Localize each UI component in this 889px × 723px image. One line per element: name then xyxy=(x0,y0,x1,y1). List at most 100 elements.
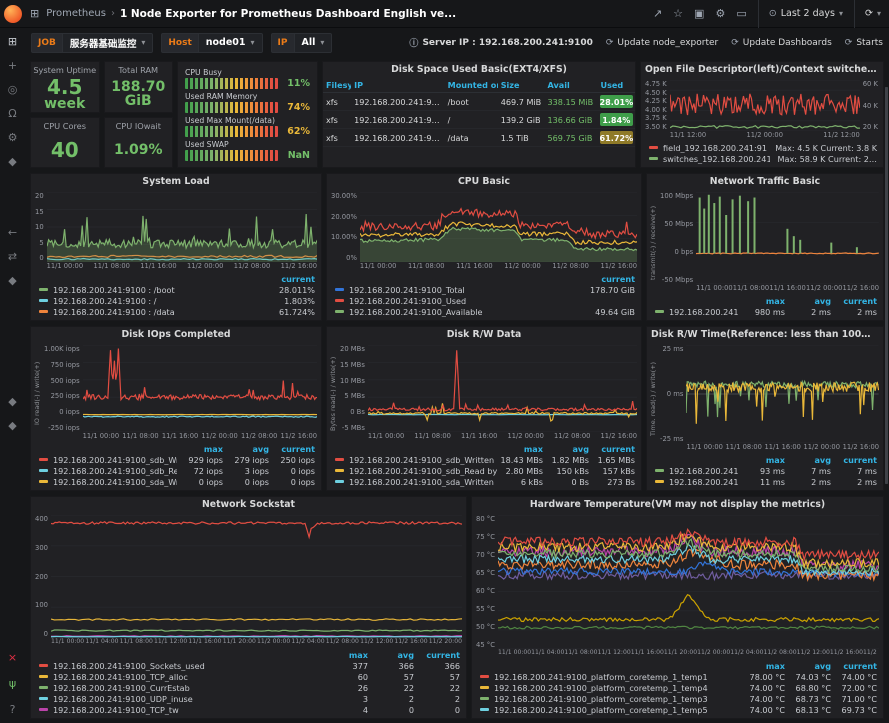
legend-series-name[interactable]: 192.168.200.241:9100_CurrEstab xyxy=(39,683,322,693)
chart-canvas[interactable] xyxy=(83,345,317,432)
server-admin-icon[interactable]: ◆ xyxy=(5,396,21,407)
legend-series-name[interactable]: 192.168.200.241:9100_TCP_alloc xyxy=(39,672,322,682)
plugins-icon[interactable]: ◆ xyxy=(5,156,21,167)
legend-series-name[interactable]: 192.168.200.241:9100_sdb_Read time xyxy=(655,466,739,476)
time-range-picker[interactable]: ⊙ Last 2 days ▾ xyxy=(758,0,843,28)
gauge-bar[interactable] xyxy=(185,78,278,89)
series-color-icon[interactable] xyxy=(39,675,48,678)
alerting-icon[interactable]: Ω xyxy=(5,108,21,119)
series-color-icon[interactable] xyxy=(649,157,658,160)
legend-series-name[interactable]: 192.168.200.241:9100_Used xyxy=(335,296,579,306)
legend-sort-max[interactable]: max xyxy=(177,444,223,454)
series-color-icon[interactable] xyxy=(480,708,489,711)
collapse-icon[interactable]: ← xyxy=(5,227,21,238)
column-header[interactable]: Filesystem xyxy=(323,78,351,93)
legend-series-name[interactable]: 192.168.200.241:9100_Available xyxy=(335,307,579,317)
legend-series-name[interactable]: 192.168.200.241:9100_TCP_tw xyxy=(39,705,322,715)
legend-sort-current[interactable]: current xyxy=(831,455,877,465)
panel-title[interactable]: CPU IOwait xyxy=(116,121,161,133)
panel-title[interactable]: Network Sockstat xyxy=(31,497,466,513)
series-color-icon[interactable] xyxy=(335,310,344,313)
panel-title[interactable]: Hardware Temperature(VM may not display … xyxy=(472,497,883,513)
series-color-icon[interactable] xyxy=(335,458,344,461)
legend-series-name[interactable]: 192.168.200.241:9100 : /data xyxy=(39,307,259,317)
chart-canvas[interactable] xyxy=(47,192,317,262)
gauge-bar[interactable] xyxy=(185,126,278,137)
save-icon[interactable]: ▣ xyxy=(694,7,704,20)
security-icon[interactable]: ◆ xyxy=(5,275,21,286)
starts-link[interactable]: ⟳Starts xyxy=(845,38,883,48)
legend-series-name[interactable]: 192.168.200.241:9100 : / xyxy=(39,296,259,306)
legend-series-name[interactable]: 192.168.200.241:9100_platform_coretemp_1… xyxy=(480,694,739,704)
update-dashboards-link[interactable]: ⟳Update Dashboards xyxy=(731,38,832,48)
configuration-icon[interactable]: ⚙ xyxy=(5,132,21,143)
legend-sort-current[interactable]: current xyxy=(831,661,877,671)
explore-icon[interactable]: ◎ xyxy=(5,84,21,95)
series-color-icon[interactable] xyxy=(39,664,48,667)
series-color-icon[interactable] xyxy=(39,310,48,313)
dashboards-icon[interactable]: ⊞ xyxy=(5,36,21,47)
series-color-icon[interactable] xyxy=(649,146,658,149)
series-color-icon[interactable] xyxy=(39,686,48,689)
update-node-exporter-link[interactable]: ⟳Update node_exporter xyxy=(606,38,718,48)
series-color-icon[interactable] xyxy=(39,469,48,472)
series-color-icon[interactable] xyxy=(39,458,48,461)
series-color-icon[interactable] xyxy=(39,708,48,711)
legend-series-name[interactable]: 192.168.200.241:9100_sdb_Reads completed xyxy=(39,466,177,476)
legend-sort-current[interactable]: current xyxy=(589,444,635,454)
series-color-icon[interactable] xyxy=(335,288,344,291)
dashboard-title[interactable]: 1 Node Exporter for Prometheus Dashboard… xyxy=(120,8,456,20)
legend-sort-max[interactable]: max xyxy=(322,650,368,660)
legend-sort-current[interactable]: current xyxy=(259,274,315,284)
series-color-icon[interactable] xyxy=(655,310,664,313)
legend-sort-max[interactable]: max xyxy=(497,444,543,454)
legend-series-name[interactable]: 192.168.200.241:9100_platform_coretemp_1… xyxy=(480,683,739,693)
chart-canvas[interactable] xyxy=(696,192,879,284)
ip-filter-dropdown[interactable]: All▾ xyxy=(294,33,333,53)
series-color-icon[interactable] xyxy=(335,480,344,483)
legend-sort-current[interactable]: current xyxy=(831,296,877,306)
close-icon[interactable]: × xyxy=(5,652,21,663)
legend-sort-max[interactable]: max xyxy=(739,455,785,465)
series-color-icon[interactable] xyxy=(655,469,664,472)
new-version-icon[interactable]: ψ xyxy=(5,678,21,689)
create-icon[interactable]: + xyxy=(5,60,21,71)
series-color-icon[interactable] xyxy=(335,299,344,302)
shield-icon[interactable]: ◆ xyxy=(5,420,21,431)
series-color-icon[interactable] xyxy=(480,686,489,689)
legend-sort-avg[interactable]: avg xyxy=(223,444,269,454)
series-color-icon[interactable] xyxy=(480,697,489,700)
legend-series-name[interactable]: 192.168.200.241:9100_Total xyxy=(335,285,579,295)
panel-title[interactable]: Disk R/W Time(Reference: less than 100ms… xyxy=(647,327,883,343)
legend-series-name[interactable]: 192.168.200.241:9100_Sockets_used xyxy=(39,661,322,671)
column-header[interactable]: Avail xyxy=(545,78,598,93)
legend-sort-avg[interactable]: avg xyxy=(368,650,414,660)
star-icon[interactable]: ☆ xyxy=(673,7,683,20)
legend-sort-avg[interactable]: avg xyxy=(785,455,831,465)
dashboard-icon[interactable]: ⊞ xyxy=(30,7,39,20)
panel-title[interactable]: CPU Cores xyxy=(44,121,86,133)
panel-title[interactable]: System Load xyxy=(31,174,321,190)
series-color-icon[interactable] xyxy=(335,469,344,472)
panel-title[interactable]: Disk R/W Data xyxy=(327,327,641,343)
legend-series-name[interactable]: 192.168.200.241:9100_sdb_Written bytes xyxy=(335,455,497,465)
series-color-icon[interactable] xyxy=(39,299,48,302)
legend-sort-max[interactable]: max xyxy=(739,661,785,671)
tv-mode-icon[interactable]: ▭ xyxy=(736,7,746,20)
legend-series-name[interactable]: 192.168.200.241:9100_platform_coretemp_1… xyxy=(480,672,739,682)
column-header[interactable]: IP xyxy=(351,78,445,93)
legend-series-name[interactable]: field_192.168.200.241:9100 xyxy=(649,143,767,153)
legend-sort-avg[interactable]: avg xyxy=(785,661,831,671)
legend-series-name[interactable]: 192.168.200.241:9100_platform_coretemp_1… xyxy=(480,705,739,715)
legend-series-name[interactable]: 192.168.200.241:9100_sda_Written bytes xyxy=(335,477,497,487)
refresh-button[interactable]: ⟳ ▾ xyxy=(854,0,881,28)
legend-sort-current[interactable]: current xyxy=(414,650,460,660)
host-filter-dropdown[interactable]: node01▾ xyxy=(198,33,263,53)
panel-title[interactable]: Disk IOps Completed xyxy=(31,327,321,343)
gauge-bar[interactable] xyxy=(185,150,278,161)
panel-title[interactable]: Disk Space Used Basic(EXT4/XFS) xyxy=(323,62,635,78)
legend-series-name[interactable]: 192.168.200.241:9100_sdb_Writes complete… xyxy=(39,455,177,465)
chart-canvas[interactable] xyxy=(368,345,637,432)
legend-series-name[interactable]: 192.168.200.241:9100 : /boot xyxy=(39,285,259,295)
chart-canvas[interactable] xyxy=(360,192,637,262)
